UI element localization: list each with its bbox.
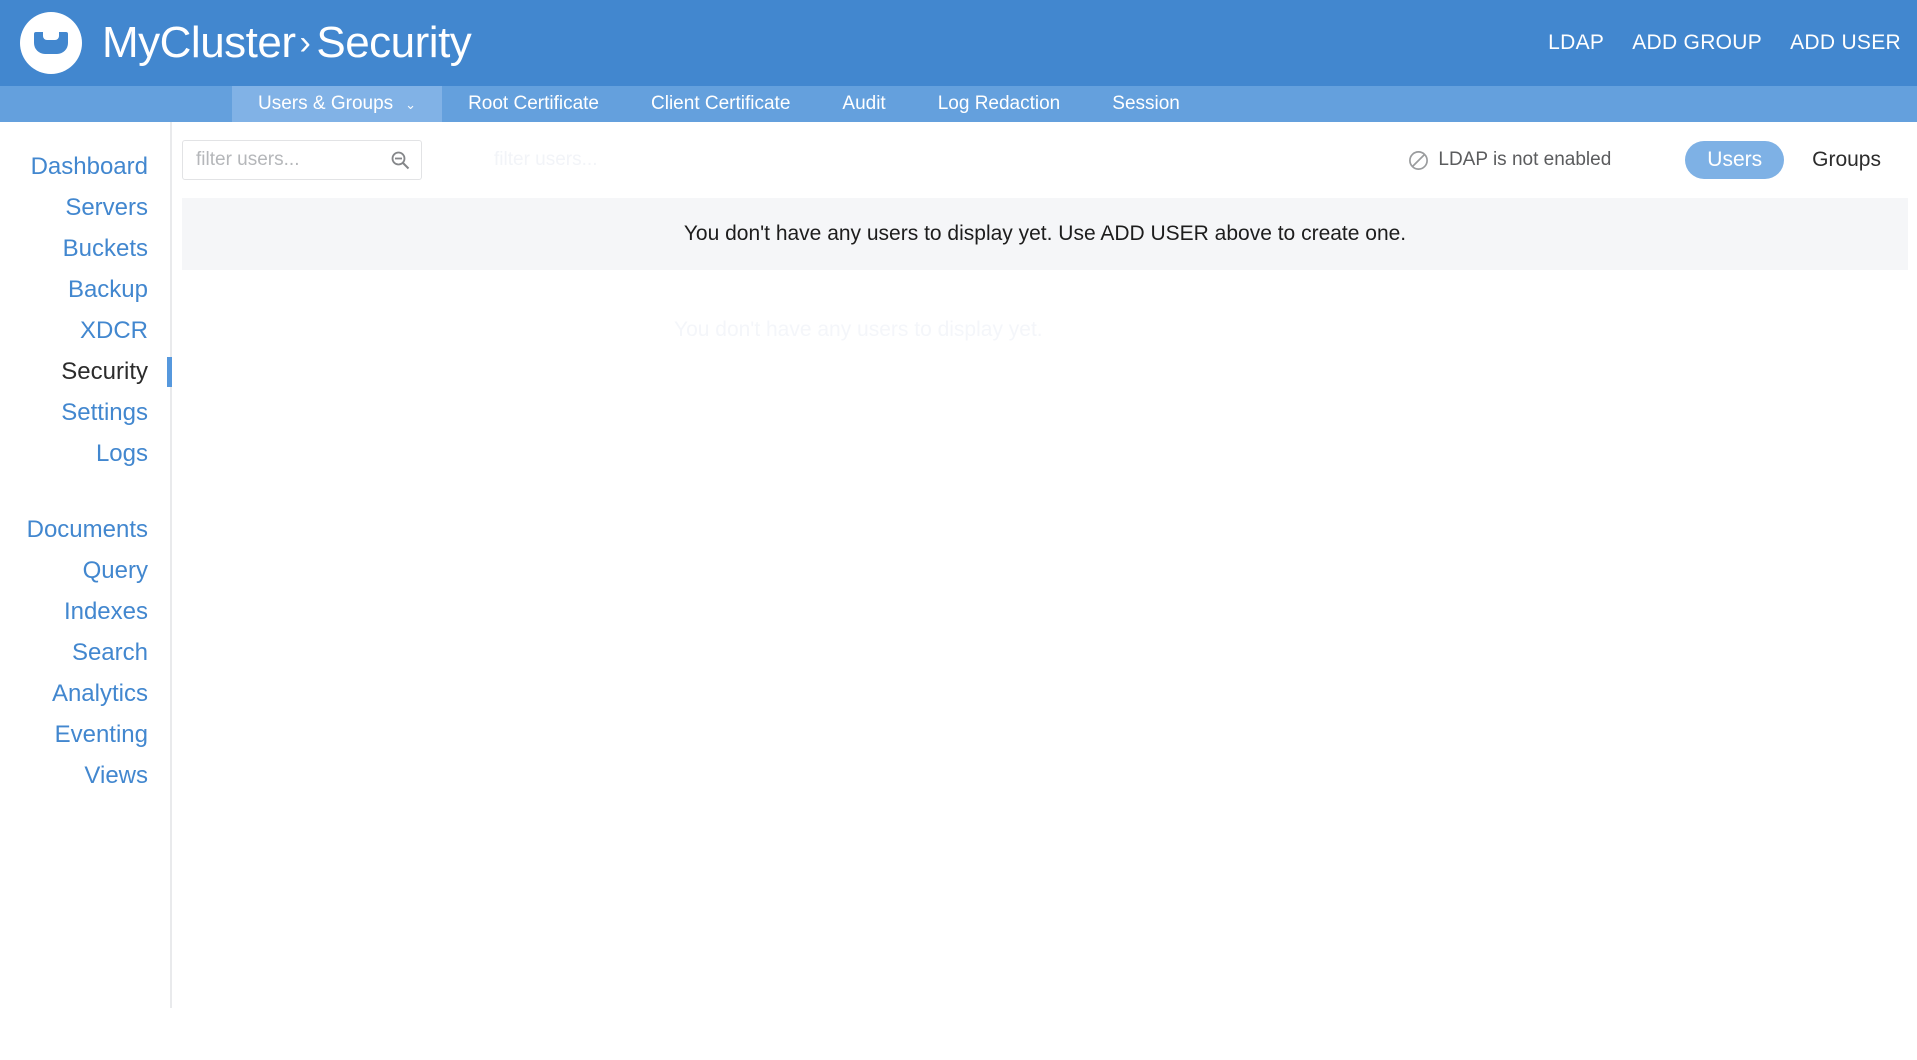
sidebar-group-divider xyxy=(0,474,170,509)
header-actions: LDAP ADD GROUP ADD USER xyxy=(1548,31,1917,55)
sidebar-item-backup[interactable]: Backup xyxy=(0,269,170,310)
main-content: filter users... LDAP is not enabled User… xyxy=(174,122,1917,1060)
filter-users-field xyxy=(182,140,422,180)
toggle-groups[interactable]: Groups xyxy=(1790,141,1903,179)
chevron-down-icon[interactable]: ⌄ xyxy=(405,98,416,111)
tab-label: Users & Groups xyxy=(258,93,394,114)
sidebar-item-logs[interactable]: Logs xyxy=(0,433,170,474)
sidebar-item-dashboard[interactable]: Dashboard xyxy=(0,146,170,187)
empty-state-panel: You don't have any users to display yet.… xyxy=(182,198,1908,270)
tab-bar-spacer xyxy=(0,86,232,122)
sidebar-item-documents[interactable]: Documents xyxy=(0,509,170,550)
tab-session[interactable]: Session xyxy=(1086,86,1206,122)
sidebar-item-eventing[interactable]: Eventing xyxy=(0,714,170,755)
section-name: Security xyxy=(316,18,472,67)
ldap-status-badge: LDAP is not enabled xyxy=(1408,149,1611,171)
tab-log-redaction[interactable]: Log Redaction xyxy=(912,86,1087,122)
add-group-button[interactable]: ADD GROUP xyxy=(1632,31,1762,55)
toggle-users[interactable]: Users xyxy=(1685,141,1785,179)
cluster-name: MyCluster xyxy=(102,18,296,67)
tab-audit[interactable]: Audit xyxy=(816,86,911,122)
top-header-bar: MyCluster › Security LDAP ADD GROUP ADD US… xyxy=(0,0,1917,86)
sidebar-item-security[interactable]: Security xyxy=(0,351,172,392)
sidebar-item-search[interactable]: Search xyxy=(0,632,170,673)
ldap-status-text: LDAP is not enabled xyxy=(1438,149,1612,170)
ldap-button[interactable]: LDAP xyxy=(1548,31,1604,55)
page-title: MyCluster › Security xyxy=(102,18,472,67)
ban-icon xyxy=(1408,150,1429,171)
breadcrumb-separator-icon: › xyxy=(299,24,311,62)
empty-state-message: You don't have any users to display yet.… xyxy=(683,222,1407,245)
security-tab-bar: Users & Groups ⌄ Root Certificate Client… xyxy=(0,86,1917,122)
sidebar-item-xdcr[interactable]: XDCR xyxy=(0,310,170,351)
sidebar: Dashboard Servers Buckets Backup XDCR Se… xyxy=(0,122,172,1008)
couchbase-logo-icon xyxy=(20,12,82,74)
sidebar-item-buckets[interactable]: Buckets xyxy=(0,228,170,269)
sidebar-item-query[interactable]: Query xyxy=(0,550,170,591)
tab-users-and-groups[interactable]: Users & Groups ⌄ xyxy=(232,86,443,122)
tab-client-certificate[interactable]: Client Certificate xyxy=(625,86,816,122)
sidebar-item-settings[interactable]: Settings xyxy=(0,392,170,433)
add-user-button[interactable]: ADD USER xyxy=(1790,31,1901,55)
sidebar-item-servers[interactable]: Servers xyxy=(0,187,170,228)
brand[interactable]: MyCluster › Security xyxy=(0,12,472,74)
sidebar-item-indexes[interactable]: Indexes xyxy=(0,591,170,632)
tab-root-certificate[interactable]: Root Certificate xyxy=(442,86,625,122)
users-toolbar: filter users... LDAP is not enabled User… xyxy=(174,122,1917,198)
sidebar-group-data: Documents Query Indexes Search Analytics… xyxy=(0,509,170,796)
ghost-placeholder-text: filter users... xyxy=(494,149,598,170)
empty-state-watermark: You don't have any users to display yet. xyxy=(674,318,1043,341)
users-groups-toggle: Users Groups xyxy=(1685,141,1905,179)
sidebar-group-cluster: Dashboard Servers Buckets Backup XDCR Se… xyxy=(0,146,172,474)
sidebar-item-analytics[interactable]: Analytics xyxy=(0,673,170,714)
search-input[interactable] xyxy=(182,140,422,180)
sidebar-item-views[interactable]: Views xyxy=(0,755,170,796)
